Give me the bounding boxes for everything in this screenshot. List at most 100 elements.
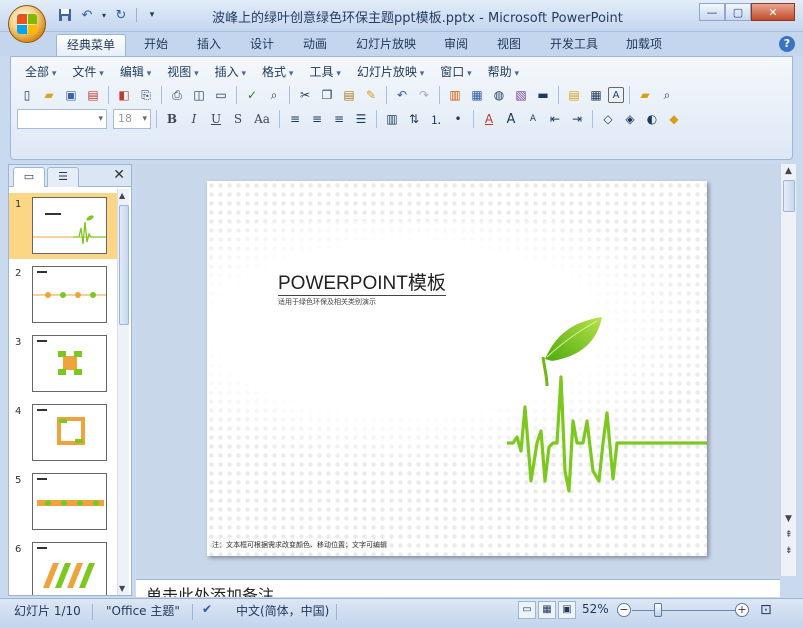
slide-vertical-scrollbar[interactable]: ▲ ▼ ⇞ ⇟	[780, 164, 796, 576]
underline-button[interactable]: U	[206, 109, 226, 129]
tab-view[interactable]: 视图	[487, 34, 531, 56]
attach-icon[interactable]: ⎘	[136, 85, 156, 105]
scroll-down-icon[interactable]: ▼	[785, 514, 792, 524]
arrange-icon[interactable]: ◈	[620, 109, 640, 129]
scrollbar-thumb[interactable]	[119, 205, 129, 325]
scroll-down-icon[interactable]: ▼	[119, 584, 125, 593]
open-icon[interactable]: ▰	[39, 85, 59, 105]
find-icon[interactable]: ⌕	[657, 85, 677, 105]
textbox-icon[interactable]: A	[608, 87, 624, 103]
columns-icon[interactable]: ▥	[382, 109, 402, 129]
menu-file[interactable]: 文件	[64, 63, 111, 81]
slide-sorter-icon[interactable]: ▦	[538, 601, 556, 619]
slide-footnote[interactable]: 注：文本框可根据需求改变颜色、移动位置；文字可编辑	[212, 540, 387, 550]
tab-animation[interactable]: 动画	[293, 34, 337, 56]
preview-icon[interactable]: ▭	[211, 85, 231, 105]
slide-thumbnail[interactable]: 6	[9, 538, 117, 595]
align-center-icon[interactable]: ≡	[307, 109, 327, 129]
previous-slide-icon[interactable]: ⇞	[785, 530, 793, 540]
pdf-icon[interactable]: ◧	[114, 85, 134, 105]
copy-icon[interactable]: ❐	[317, 85, 337, 105]
slide-thumbnail[interactable]: 2	[9, 262, 117, 328]
save-icon[interactable]	[56, 6, 74, 24]
paste-icon[interactable]: ▤	[339, 85, 359, 105]
slides-pane-scrollbar[interactable]: ▲ ▼	[117, 189, 129, 595]
maximize-button[interactable]: ▢	[725, 3, 751, 21]
normal-view-icon[interactable]: ▭	[518, 601, 536, 619]
decrease-indent-icon[interactable]: ⇤	[545, 109, 565, 129]
bold-button[interactable]: B	[162, 109, 182, 129]
spelling-icon[interactable]: ✓	[242, 85, 262, 105]
align-right-icon[interactable]: ≡	[329, 109, 349, 129]
close-pane-icon[interactable]: ✕	[113, 167, 125, 183]
layout-icon[interactable]: ▦	[586, 85, 606, 105]
menu-all[interactable]: 全部	[17, 63, 64, 81]
align-left-icon[interactable]: ≡	[285, 109, 305, 129]
undo-dropdown-icon[interactable]: ▾	[100, 6, 108, 24]
zoom-out-icon[interactable]: −	[617, 603, 631, 617]
close-button[interactable]: ✕	[751, 3, 795, 21]
spellcheck-icon[interactable]: ✔	[202, 602, 212, 616]
undo-icon[interactable]: ↶	[392, 85, 412, 105]
minimize-button[interactable]: —	[699, 3, 725, 21]
menu-insert[interactable]: 插入	[207, 63, 254, 81]
shapes-icon[interactable]: ◇	[598, 109, 618, 129]
grow-font-icon[interactable]: A	[501, 109, 521, 129]
redo-icon[interactable]: ↻	[112, 6, 130, 24]
menu-format[interactable]: 格式	[254, 63, 301, 81]
italic-button[interactable]: I	[184, 109, 204, 129]
slideshow-view-icon[interactable]: ▣	[558, 601, 576, 619]
menu-window[interactable]: 窗口	[432, 63, 479, 81]
shadow-button[interactable]: S	[228, 109, 248, 129]
zoom-slider-knob[interactable]	[654, 603, 662, 617]
scroll-up-icon[interactable]: ▲	[785, 166, 792, 176]
tab-review[interactable]: 审阅	[434, 34, 478, 56]
text-direction-icon[interactable]: ⇅	[404, 109, 424, 129]
format-painter-icon[interactable]: ✎	[361, 85, 381, 105]
slide-thumbnail[interactable]: 5	[9, 469, 117, 535]
help-icon[interactable]: ?	[779, 36, 795, 52]
slide-thumbnail[interactable]: 4	[9, 400, 117, 466]
tab-developer[interactable]: 开发工具	[540, 34, 608, 56]
slide-subtitle[interactable]: 适用于绿色环保及相关类别演示	[278, 297, 376, 307]
menu-view[interactable]: 视图	[159, 63, 206, 81]
clipart-icon[interactable]: ◍	[489, 85, 509, 105]
chart-icon[interactable]: ▥	[445, 85, 465, 105]
menu-slideshow[interactable]: 幻灯片放映	[349, 63, 432, 81]
next-slide-icon[interactable]: ⇟	[785, 546, 793, 556]
font-color-icon[interactable]: A	[479, 109, 499, 129]
bullets-icon[interactable]: •	[448, 109, 468, 129]
picture-icon[interactable]: ▧	[511, 85, 531, 105]
cut-icon[interactable]: ✂	[295, 85, 315, 105]
outline-tab-icon[interactable]: ☰	[47, 167, 79, 187]
print-icon[interactable]: ⎙	[167, 85, 187, 105]
menu-edit[interactable]: 编辑	[112, 63, 159, 81]
new-icon[interactable]: ▯	[17, 85, 37, 105]
language[interactable]: 中文(简体，中国)	[236, 602, 329, 619]
shrink-font-icon[interactable]: A	[523, 109, 543, 129]
slides-tab-icon[interactable]: ▭	[13, 167, 45, 187]
redo-icon[interactable]: ↷	[414, 85, 434, 105]
shape-fill-icon[interactable]: ◆	[664, 109, 684, 129]
current-slide[interactable]: POWERPOINT模板 适用于绿色环保及相关类别演示 注：文本框可根据需求改变…	[207, 181, 707, 556]
save-icon[interactable]: ▣	[61, 85, 81, 105]
zoom-in-icon[interactable]: +	[735, 603, 749, 617]
folder-icon[interactable]: ▰	[635, 85, 655, 105]
slide-thumbnail[interactable]: 1	[9, 193, 117, 259]
table-icon[interactable]: ▦	[467, 85, 487, 105]
tab-slideshow[interactable]: 幻灯片放映	[346, 34, 426, 56]
quick-styles-icon[interactable]: ◐	[642, 109, 662, 129]
zoom-level[interactable]: 52%	[582, 602, 609, 616]
new-slide-icon[interactable]: ▤	[564, 85, 584, 105]
scrollbar-thumb[interactable]	[783, 180, 795, 212]
tab-classic-menu[interactable]: 经典菜单	[56, 34, 127, 56]
slide-thumbnail[interactable]: 3	[9, 331, 117, 397]
menu-tools[interactable]: 工具	[301, 63, 348, 81]
office-button[interactable]	[8, 5, 46, 43]
customize-toolbar-icon[interactable]: ▾	[143, 6, 161, 24]
increase-indent-icon[interactable]: ⇥	[567, 109, 587, 129]
zoom-slider-track[interactable]	[632, 610, 736, 611]
menu-help[interactable]: 帮助	[480, 63, 527, 81]
undo-icon[interactable]: ↶	[78, 6, 96, 24]
print-preview-icon[interactable]: ◫	[189, 85, 209, 105]
